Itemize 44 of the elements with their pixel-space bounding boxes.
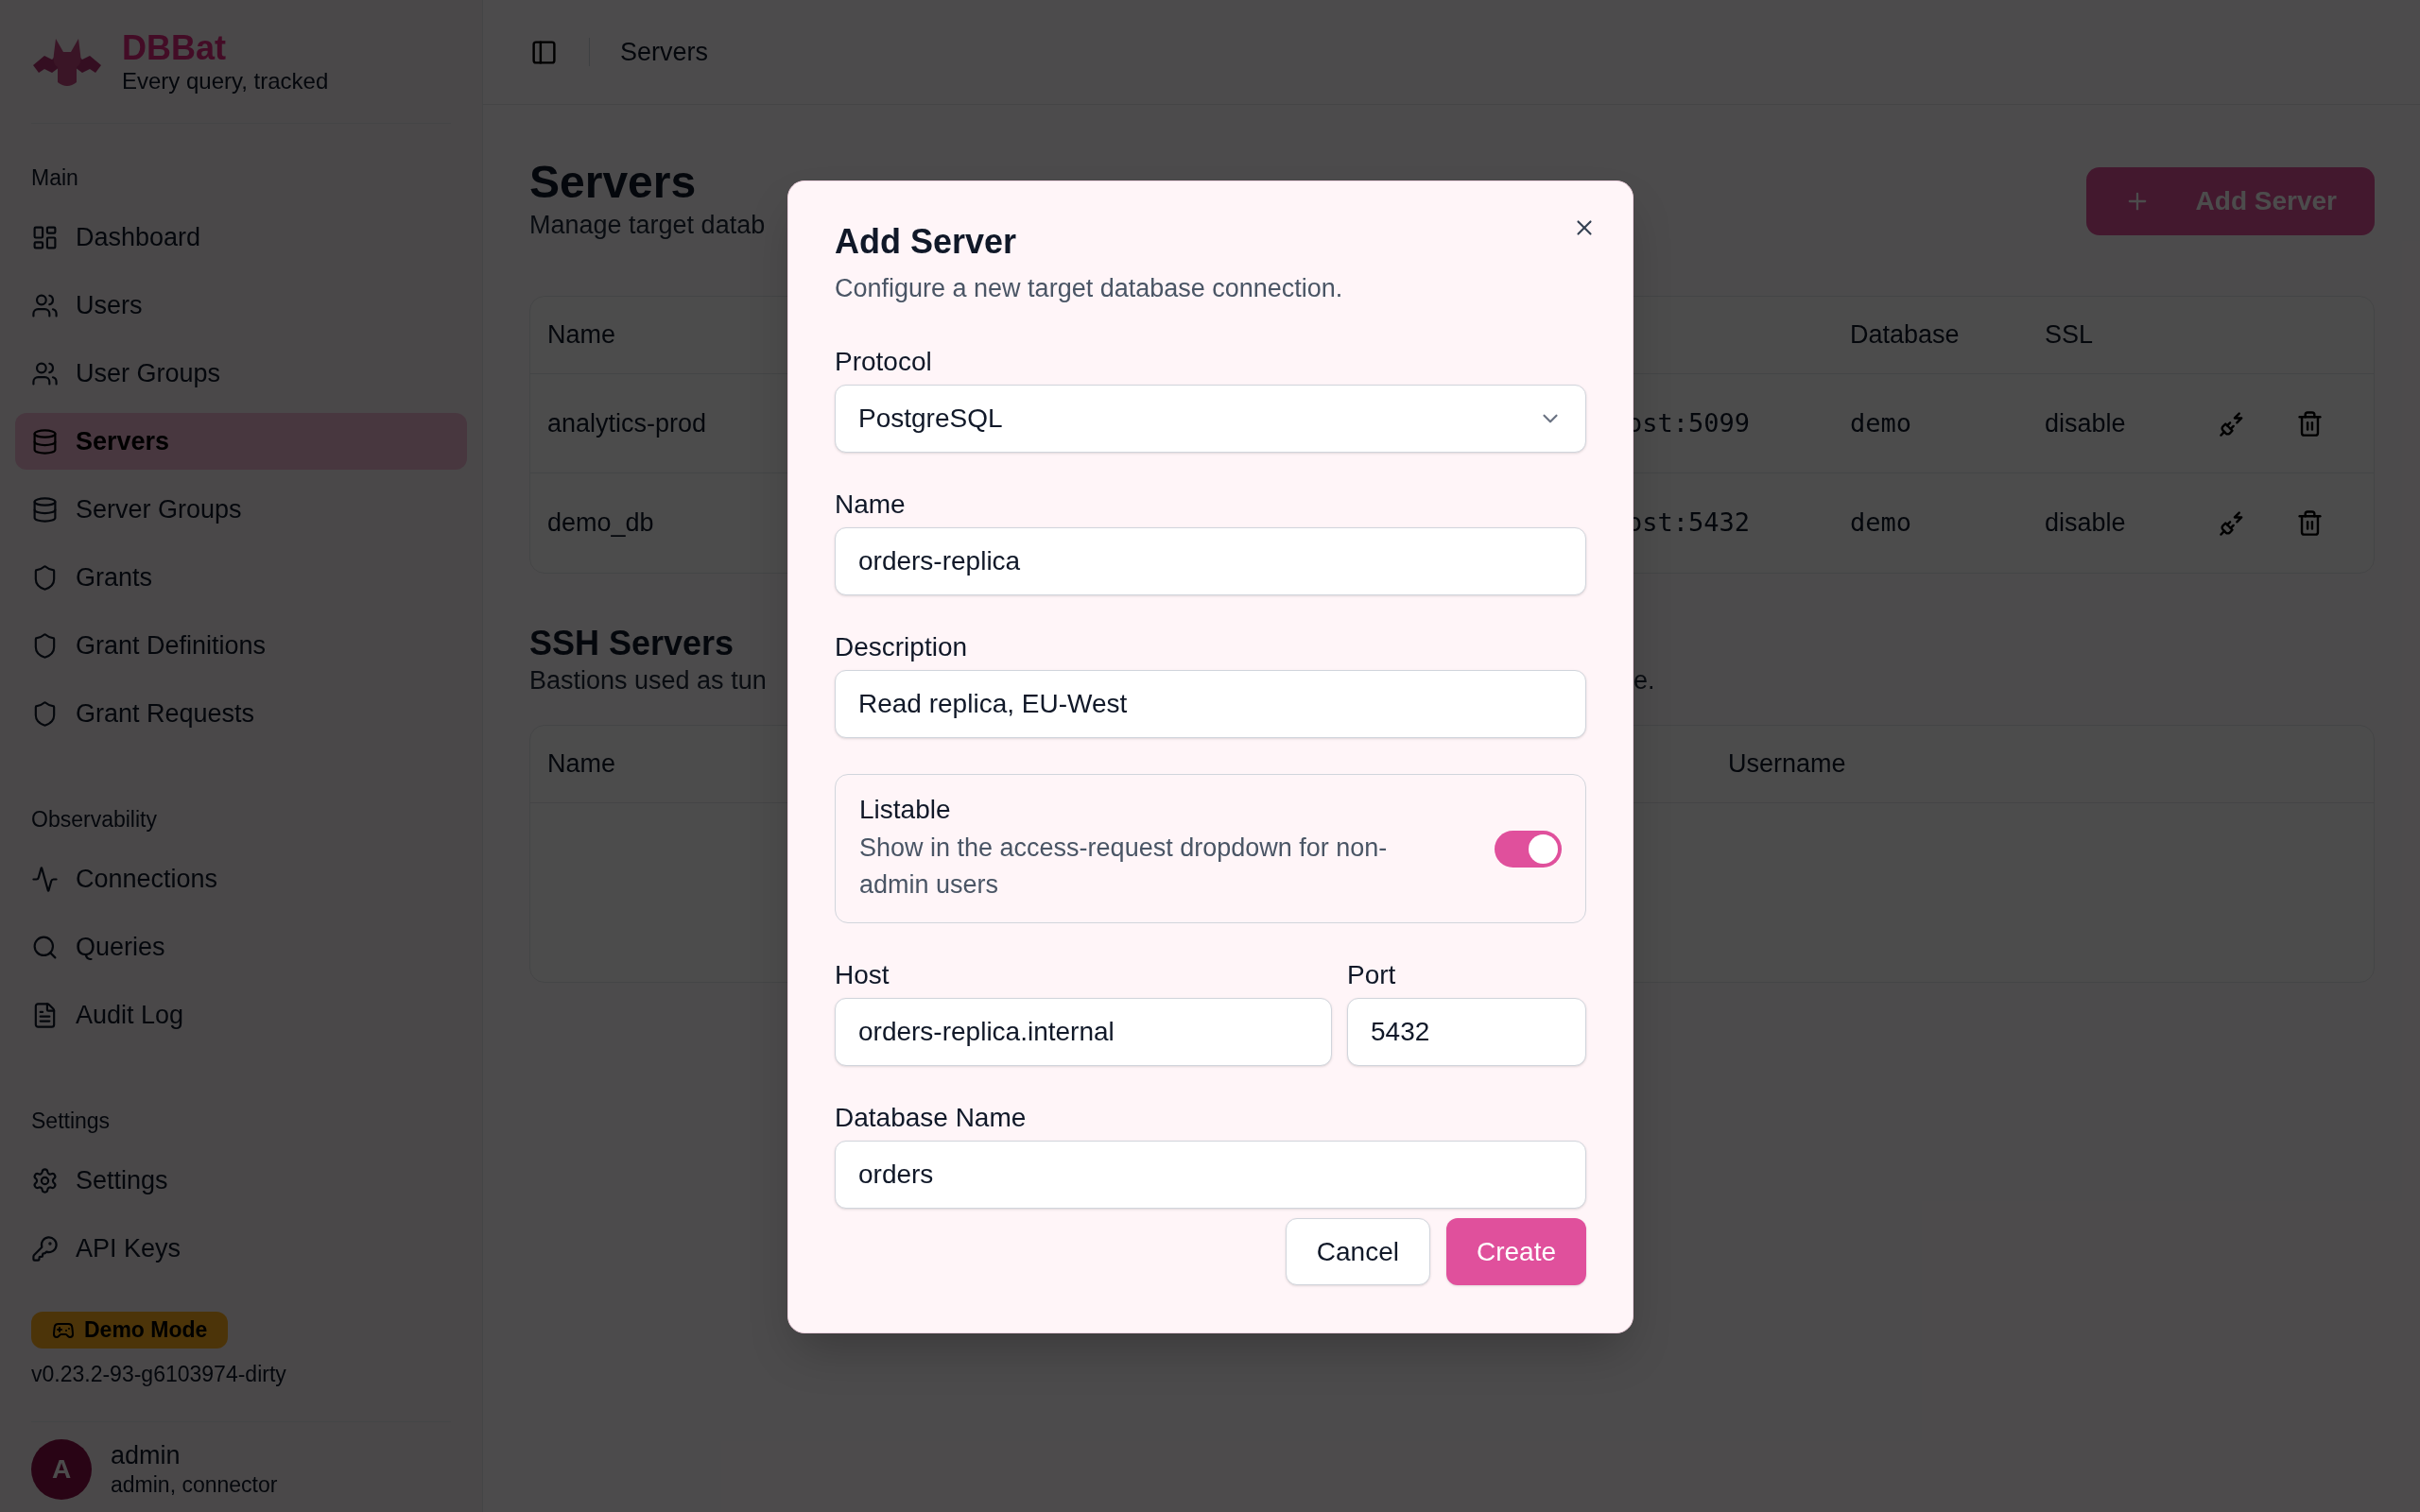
cancel-button[interactable]: Cancel [1285, 1218, 1430, 1285]
option-description: Show in the access-request dropdown for non-admin users [859, 833, 1389, 901]
section-title: SSH Servers [529, 623, 735, 664]
column-header: Name [546, 748, 616, 781]
column-header: SSL [2045, 319, 2094, 352]
input-field[interactable]: orders [835, 1141, 1586, 1209]
section-label: Observability [30, 807, 158, 832]
field-label: Protocol [835, 346, 933, 378]
field-label: Database Name [835, 1102, 1028, 1134]
user-name: admin [111, 1439, 182, 1470]
column-header: Database [1850, 319, 1960, 352]
column-header: Username [1728, 748, 1846, 781]
table-cell-text: demo [1850, 406, 1912, 439]
table-cell-text: disable [2045, 507, 2126, 540]
option-title: Listable [859, 794, 952, 826]
section-label: Main [30, 165, 79, 190]
listable-toggle[interactable] [1495, 830, 1562, 868]
table-cell-text: analytics-prod [546, 407, 707, 439]
input-field[interactable]: orders-replica [835, 527, 1586, 595]
breadcrumb: Servers [620, 36, 709, 68]
select-field[interactable]: PostgreSQL [835, 385, 1586, 453]
column-header: Name [546, 319, 616, 352]
brand-tagline: Every query, tracked [122, 67, 329, 95]
input-field[interactable]: Read replica, EU-West [835, 670, 1586, 738]
field-label: Description [835, 631, 969, 663]
section-subtitle: e. [1634, 665, 1655, 696]
table-cell-text: demo [1850, 507, 1912, 540]
page-subtitle: Manage target datab [529, 210, 766, 241]
dialog-title: Add Server [835, 221, 1017, 263]
section-subtitle: Bastions used as tun [529, 666, 767, 695]
version-text: v0.23.2-93-g6103974-dirty [31, 1361, 287, 1388]
field-label: Host [835, 959, 890, 991]
user-roles: admin, connector [111, 1470, 278, 1499]
input-field[interactable]: orders-replica.internal [835, 998, 1332, 1066]
dialog-description: Configure a new target database connection. [835, 273, 1343, 304]
field-label: Port [1347, 959, 1397, 991]
field-label: Name [835, 489, 907, 521]
input-field[interactable]: 5432 [1347, 998, 1586, 1066]
create-button[interactable]: Create [1445, 1218, 1586, 1285]
table-cell-text: demo_db [546, 507, 654, 540]
table-cell-text: disable [2045, 407, 2126, 439]
section-label: Settings [30, 1108, 112, 1133]
page-title: Servers [529, 156, 698, 209]
brand-name: DBBat [122, 29, 227, 67]
